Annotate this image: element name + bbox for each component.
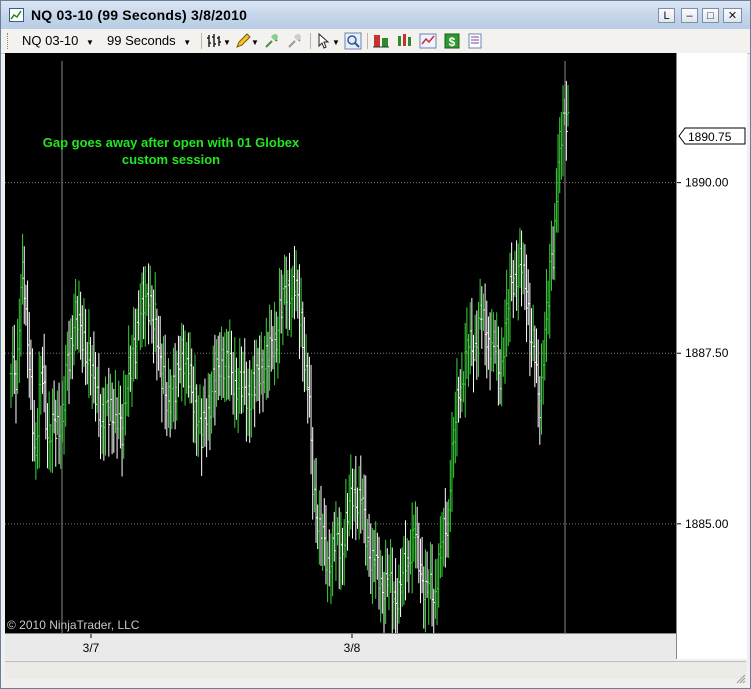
chart-toolbar: NQ 03-10 ▼ 99 Seconds ▼ ▼ ▼ ▼ $ [1,29,750,54]
chevron-down-icon: ▼ [86,38,94,47]
price-chart[interactable]: Gap goes away after open with 01 Globex … [5,53,746,659]
title-bar[interactable]: NQ 03-10 (99 Seconds) 3/8/2010 L – □ ✕ [1,1,750,30]
copyright-text: © 2010 NinjaTrader, LLC [7,618,140,632]
x-tick-label: 3/8 [344,641,361,655]
chevron-down-icon: ▼ [183,38,192,47]
chart-app-icon [9,8,24,22]
strategies-icon[interactable] [419,32,437,50]
chart-annotation-line1[interactable]: Gap goes away after open with 01 Globex [43,135,300,150]
zoom-out-icon[interactable] [286,32,304,50]
current-price-marker: 1890.75 [678,127,746,145]
indicators-icon[interactable] [396,32,414,50]
maximize-button[interactable]: □ [702,8,719,23]
toolbar-grip[interactable] [7,33,11,49]
zoom-in-icon[interactable] [263,32,281,50]
minimize-button[interactable]: – [681,8,698,23]
horizontal-scrollbar[interactable] [5,661,746,679]
y-tick-label: 1890.00 [685,176,729,190]
data-box-icon[interactable] [372,32,390,50]
price-chart-panel[interactable]: Gap goes away after open with 01 Globex … [5,53,746,659]
chevron-down-icon[interactable]: ▼ [332,35,340,51]
close-button[interactable]: ✕ [723,8,742,23]
interval-label: 99 Seconds [107,33,176,48]
resize-grip-icon[interactable] [736,674,746,684]
close-icon: ✕ [727,10,738,22]
pencil-icon[interactable] [234,32,252,50]
bar-type-icon[interactable] [206,32,224,50]
instrument-selector[interactable]: NQ 03-10 ▼ [22,33,94,49]
chevron-down-icon[interactable]: ▼ [223,35,231,51]
cursor-icon[interactable] [315,32,333,50]
current-price-label: 1890.75 [688,130,732,144]
magnifier-icon[interactable] [344,32,362,50]
svg-text:$: $ [449,35,456,49]
y-tick-label: 1887.50 [685,346,729,360]
toolbar-separator [201,33,202,49]
window-title: NQ 03-10 (99 Seconds) 3/8/2010 [31,7,248,23]
instrument-label: NQ 03-10 [22,33,79,48]
toolbar-separator [310,33,311,49]
properties-icon[interactable] [466,32,484,50]
y-tick-label: 1885.00 [685,517,729,531]
chevron-down-icon[interactable]: ▼ [251,35,259,51]
toolbar-separator [367,33,368,49]
chart-window: NQ 03-10 (99 Seconds) 3/8/2010 L – □ ✕ N… [0,0,751,689]
time-axis[interactable]: 3/7 3/8 [5,633,676,660]
link-button[interactable]: L [658,8,675,23]
price-axis[interactable]: 1890.00 1887.50 1885.00 1890.75 [676,53,747,659]
maximize-icon: □ [707,10,714,22]
price-icon[interactable]: $ [443,32,461,50]
interval-selector[interactable]: 99 Seconds ▼ [107,33,191,49]
chart-annotation-line2[interactable]: custom session [122,152,220,167]
minimize-icon: – [686,10,693,22]
x-tick-label: 3/7 [83,641,100,655]
